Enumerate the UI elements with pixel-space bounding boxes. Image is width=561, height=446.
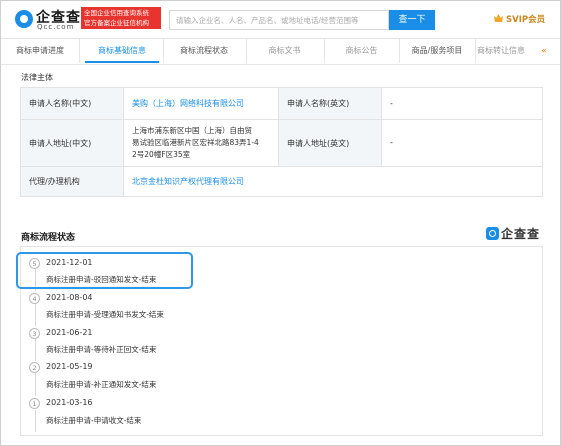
flow-date: 2021-08-04 bbox=[46, 293, 93, 302]
search-input[interactable]: 请输入企业名、人名、产品名、或地址电话/经营范围等 bbox=[169, 10, 389, 30]
flow-description: 商标注册申请-受理通知书发文-结束 bbox=[46, 310, 164, 319]
tab-application-progress[interactable]: 商标申请进度 bbox=[1, 39, 79, 63]
latest-status-highlight bbox=[16, 252, 193, 289]
tab-announcements[interactable]: 商标公告 bbox=[325, 39, 398, 63]
flow-description: 商标注册申请-等待补正回文-结束 bbox=[46, 345, 157, 354]
qcc-logo-icon[interactable] bbox=[15, 10, 33, 28]
address-line-2: 易试验区临港新片区宏祥北路83弄1-4 bbox=[132, 138, 259, 147]
flow-description: 商标注册申请-申请收文-结束 bbox=[46, 416, 142, 425]
timeline-line bbox=[35, 373, 36, 396]
label-applicant-address-en: 申请人地址(英文) bbox=[279, 120, 382, 167]
applicant-address-cn-value: 上海市浦东新区中国（上海）自由贸 易试验区临港新片区宏祥北路83弄1-4 2号2… bbox=[124, 120, 279, 167]
tab-flow-status[interactable]: 商标流程状态 bbox=[164, 39, 244, 63]
tab-divider bbox=[475, 39, 476, 63]
flow-brand-text: 企查查 bbox=[501, 227, 541, 241]
timeline-line bbox=[35, 339, 36, 361]
applicant-address-en-value: - bbox=[382, 120, 542, 167]
logo-subtext: Qcc.com bbox=[37, 23, 75, 31]
qcc-logo-icon bbox=[486, 227, 499, 240]
flow-section-title: 商标流程状态 bbox=[21, 233, 76, 243]
chevron-right-icon[interactable]: « bbox=[537, 39, 551, 63]
tab-divider bbox=[79, 39, 80, 63]
step-number: 3 bbox=[29, 328, 40, 339]
timeline-line bbox=[35, 410, 36, 432]
tab-basic-info[interactable]: 商标基础信息 bbox=[85, 39, 159, 63]
step-number: 2 bbox=[29, 362, 40, 373]
label-applicant-name-cn: 申请人名称(中文) bbox=[21, 88, 124, 120]
badge-line-1: 全国企业信用查询系统 bbox=[84, 9, 149, 17]
address-line-3: 2号20幢F区35室 bbox=[132, 150, 191, 159]
step-number: 1 bbox=[29, 398, 40, 409]
label-agent: 代理/办理机构 bbox=[21, 167, 124, 196]
svip-link[interactable]: SVIP会员 bbox=[506, 13, 545, 25]
label-applicant-address-cn: 申请人地址(中文) bbox=[21, 120, 124, 167]
flow-date: 2021-03-16 bbox=[46, 398, 93, 407]
page-frame: 企查查 Qcc.com 全国企业信用查询系统 官方备案企业征信机构 请输入企业名… bbox=[0, 0, 561, 446]
legal-info-table: 申请人名称(中文) 美购（上海）网络科技有限公司 申请人名称(英文) - 申请人… bbox=[20, 87, 543, 197]
step-number: 4 bbox=[29, 293, 40, 304]
badge-line-2: 官方备案企业征信机构 bbox=[84, 19, 149, 27]
applicant-name-cn-link[interactable]: 美购（上海）网络科技有限公司 bbox=[124, 88, 279, 120]
top-header: 企查查 Qcc.com 全国企业信用查询系统 官方备案企业征信机构 请输入企业名… bbox=[1, 1, 560, 37]
flow-description: 商标注册申请-补正通知发文-结束 bbox=[46, 380, 157, 389]
tab-transfer-info[interactable]: 商标转让信息 bbox=[477, 39, 539, 63]
applicant-name-en-value: - bbox=[382, 88, 542, 120]
tab-bar: 商标申请进度 商标基础信息 商标流程状态 商标文书 商标公告 商品/服务项目 商… bbox=[1, 38, 560, 65]
crown-icon bbox=[494, 14, 503, 22]
credit-badge: 全国企业信用查询系统 官方备案企业征信机构 bbox=[81, 7, 161, 29]
search-button[interactable]: 查一下 bbox=[389, 10, 435, 30]
timeline-line bbox=[35, 304, 36, 326]
agent-link[interactable]: 北京金杜知识产权代理有限公司 bbox=[124, 167, 542, 196]
address-line-1: 上海市浦东新区中国（上海）自由贸 bbox=[132, 126, 252, 135]
legal-section-title: 法律主体 bbox=[21, 73, 53, 82]
label-applicant-name-en: 申请人名称(英文) bbox=[279, 88, 382, 120]
tab-documents[interactable]: 商标文书 bbox=[247, 39, 322, 63]
flow-date: 2021-05-19 bbox=[46, 362, 93, 371]
tab-goods-services[interactable]: 商品/服务项目 bbox=[400, 39, 474, 63]
flow-date: 2021-06-21 bbox=[46, 328, 93, 337]
